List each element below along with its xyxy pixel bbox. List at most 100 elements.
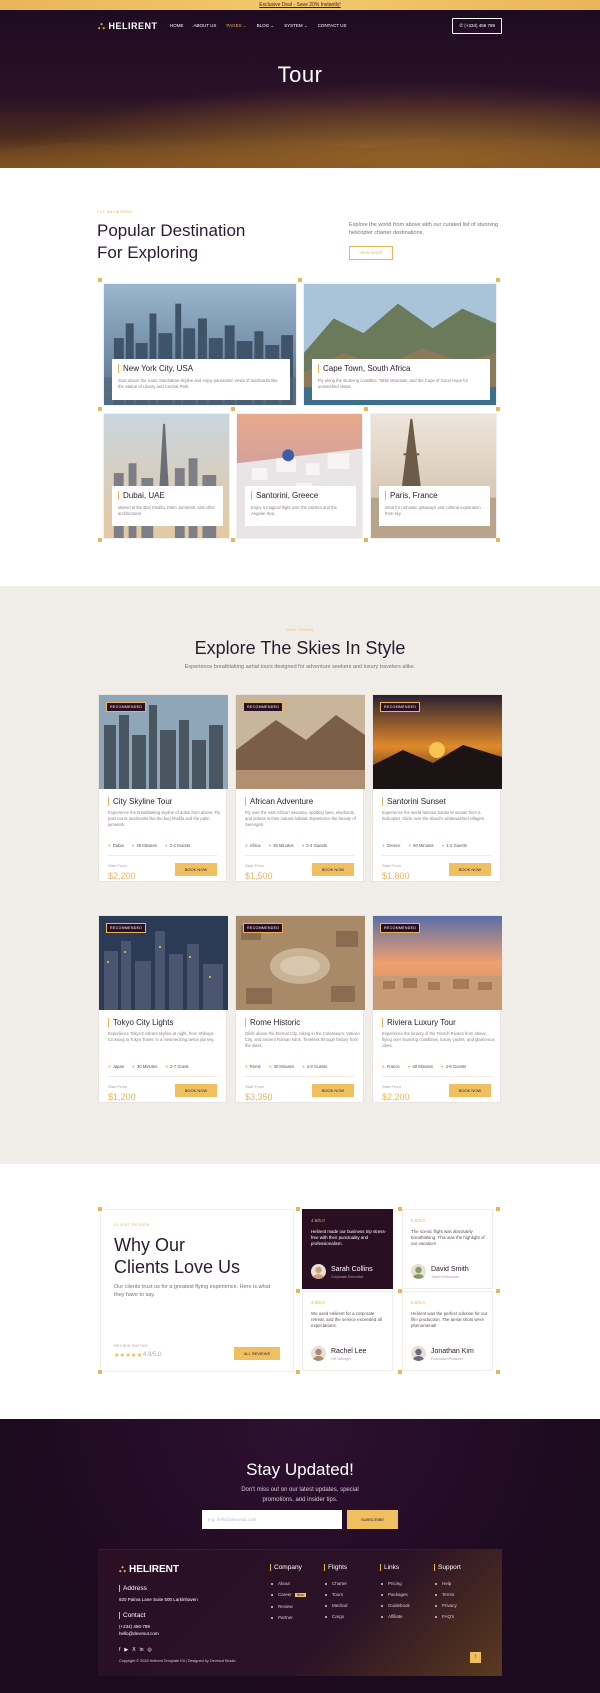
reviewer-name: David Smith bbox=[431, 1266, 469, 1273]
tour-price: $2,200 bbox=[382, 1092, 410, 1102]
helicopter-logo-icon: ⛬ bbox=[119, 1564, 126, 1575]
corner-dot bbox=[98, 538, 102, 542]
footer-column-support: Support Help Terms Privacy FAQ's bbox=[434, 1564, 461, 1622]
tour-description: Experience Tokyo's vibrant skyline at ni… bbox=[108, 1031, 215, 1042]
footer-logo[interactable]: ⛬ HELIRENT bbox=[119, 1564, 179, 1575]
destinations-eyebrow: FLY ANYWHERE bbox=[97, 210, 133, 214]
menu-home[interactable]: HOME bbox=[170, 23, 184, 29]
all-reviews-button[interactable]: ALL REVIEWS bbox=[234, 1347, 280, 1360]
footer-link[interactable]: Tours bbox=[325, 1589, 348, 1600]
subscribe-button[interactable]: SUBSCRIBE bbox=[347, 1510, 398, 1529]
tour-title[interactable]: City Skyline Tour bbox=[108, 797, 172, 806]
destination-text: Ideal for romantic getaways and cultural… bbox=[385, 505, 481, 516]
menu-pages[interactable]: PAGES ⌄ bbox=[226, 23, 246, 29]
footer-link[interactable]: Career New bbox=[271, 1589, 306, 1601]
menu-contact[interactable]: CONTACT US bbox=[318, 23, 347, 29]
footer-link[interactable]: FAQ's bbox=[435, 1611, 461, 1622]
destination-info: New York City, USA Soar above the iconic… bbox=[112, 359, 290, 400]
destination-title: Dubai, UAE bbox=[118, 491, 217, 500]
footer-link[interactable]: Cargo bbox=[325, 1611, 348, 1622]
youtube-icon[interactable]: ▶ bbox=[124, 1647, 128, 1653]
footer-link[interactable]: Privacy bbox=[435, 1600, 461, 1611]
tour-description: Experience the world-famous Santorini su… bbox=[382, 810, 485, 821]
tour-card[interactable]: RECOMMENDED Tokyo City Lights Experience T… bbox=[98, 915, 228, 1103]
destination-title: New York City, USA bbox=[118, 364, 284, 373]
clock-icon: ● bbox=[408, 843, 412, 848]
corner-dot bbox=[98, 407, 102, 411]
footer-phone[interactable]: (+234) 456-789 bbox=[119, 1623, 150, 1630]
promo-link[interactable]: Exclusive Deal - Save 20% Instantly! bbox=[259, 2, 340, 8]
footer-link[interactable]: Review bbox=[271, 1601, 306, 1612]
destination-card[interactable]: New York City, USA Soar above the iconic… bbox=[103, 283, 297, 406]
menu-blog[interactable]: BLOG ⌄ bbox=[257, 23, 275, 29]
destinations-title: Popular Destination For Exploring bbox=[97, 221, 246, 262]
clock-icon: ● bbox=[132, 1064, 135, 1069]
tour-title[interactable]: Tokyo City Lights bbox=[108, 1018, 173, 1027]
corner-dot bbox=[296, 1207, 300, 1211]
back-to-top-icon[interactable]: ↑ bbox=[470, 1652, 481, 1663]
tour-card[interactable]: RECOMMENDED Rome Historic Glide above the … bbox=[235, 915, 365, 1103]
destination-card[interactable]: Dubai, UAE Marvel at the Burj Khalifa, P… bbox=[103, 413, 230, 539]
destination-text: Fly along the stunning coastline, Table … bbox=[318, 378, 469, 389]
destination-card[interactable]: Santorini, Greece Enjoy a magical flight… bbox=[236, 413, 363, 539]
avatar bbox=[311, 1264, 326, 1279]
destination-info: Santorini, Greece Enjoy a magical flight… bbox=[245, 486, 356, 526]
location-pin-icon: ● bbox=[108, 843, 111, 848]
divider bbox=[382, 855, 491, 856]
footer-email[interactable]: hello@devesut.com bbox=[119, 1630, 159, 1637]
footer-link[interactable]: Medical bbox=[325, 1600, 348, 1611]
menu-system[interactable]: SYSTEM ⌄ bbox=[284, 23, 308, 29]
promo-bar[interactable]: Exclusive Deal - Save 20% Instantly! bbox=[0, 0, 600, 10]
book-now-button[interactable]: BOOK NOW bbox=[449, 863, 491, 876]
footer-link[interactable]: Guidebook bbox=[381, 1600, 410, 1611]
contact-heading: Contact bbox=[119, 1612, 145, 1619]
tour-card[interactable]: RECOMMENDED Riviera Luxury Tour Experience… bbox=[372, 915, 502, 1103]
footer-link[interactable]: Packages bbox=[381, 1589, 410, 1600]
tour-card[interactable]: RECOMMENDED Santorini Sunset Experience th… bbox=[372, 694, 502, 882]
view-more-button[interactable]: VIEW MORE bbox=[349, 246, 393, 260]
tour-title[interactable]: Riviera Luxury Tour bbox=[382, 1018, 456, 1027]
menu-about[interactable]: ABOUT US bbox=[194, 23, 217, 29]
logo[interactable]: ⛬ HELIRENT bbox=[98, 21, 170, 32]
review-text: The scenic flight was absolutely breatht… bbox=[411, 1229, 485, 1247]
tour-card[interactable]: RECOMMENDED City Skyline Tour Experience t… bbox=[98, 694, 228, 882]
footer-link[interactable]: Affiliate bbox=[381, 1611, 410, 1622]
book-now-button[interactable]: BOOK NOW bbox=[175, 1084, 217, 1097]
book-now-button[interactable]: BOOK NOW bbox=[449, 1084, 491, 1097]
tour-description: Experience the breathtaking skyline of d… bbox=[108, 810, 221, 827]
book-now-button[interactable]: BOOK NOW bbox=[312, 1084, 354, 1097]
destinations-description: Explore the world from above with our cu… bbox=[349, 222, 498, 236]
tour-place: Africa bbox=[249, 843, 261, 848]
clock-icon: ● bbox=[407, 1064, 411, 1069]
footer-link[interactable]: About bbox=[271, 1578, 306, 1589]
footer-column-heading: Support bbox=[434, 1564, 461, 1571]
x-icon[interactable]: X bbox=[132, 1647, 135, 1653]
destination-title: Paris, France bbox=[385, 491, 484, 500]
tour-title[interactable]: Santorini Sunset bbox=[382, 797, 446, 806]
book-now-button[interactable]: BOOK NOW bbox=[312, 863, 354, 876]
book-now-button[interactable]: BOOK NOW bbox=[175, 863, 217, 876]
footer-link[interactable]: Partner bbox=[271, 1612, 306, 1623]
start-from-label: Start From bbox=[108, 863, 127, 868]
tour-description: Fly over the vast African savanna, spott… bbox=[245, 810, 356, 827]
tour-title[interactable]: African Adventure bbox=[245, 797, 313, 806]
phone-button[interactable]: ✆ (+234) 456 789 bbox=[452, 18, 502, 34]
footer-column-company: Company About Career New Review Partner bbox=[270, 1564, 306, 1623]
destination-card[interactable]: Cape Town, South Africa Fly along the st… bbox=[303, 283, 497, 406]
dribbble-icon[interactable]: ◎ bbox=[148, 1647, 152, 1653]
footer-link[interactable]: Pricing bbox=[381, 1578, 410, 1589]
destination-card[interactable]: Paris, France Ideal for romantic getaway… bbox=[370, 413, 497, 539]
footer-link[interactable]: Charter bbox=[325, 1578, 348, 1589]
review-score: 4.8/5.0 bbox=[311, 1218, 325, 1223]
tour-meta: ● Rome ● 30 Minutes ● 2-8 Guests bbox=[245, 1064, 327, 1069]
footer-link[interactable]: Terms bbox=[435, 1589, 461, 1600]
tour-card[interactable]: RECOMMENDED African Adventure Fly over the… bbox=[235, 694, 365, 882]
facebook-icon[interactable]: f bbox=[119, 1647, 120, 1653]
navbar: ⛬ HELIRENT HOME ABOUT US PAGES ⌄ BLOG ⌄ S… bbox=[0, 10, 600, 42]
footer-link[interactable]: Help bbox=[435, 1578, 461, 1589]
location-pin-icon: ● bbox=[245, 1064, 248, 1069]
recommended-badge: RECOMMENDED bbox=[380, 702, 421, 712]
email-input[interactable]: e.g. hello@devesut.com bbox=[202, 1510, 342, 1529]
linkedin-icon[interactable]: in bbox=[140, 1647, 144, 1653]
tour-title[interactable]: Rome Historic bbox=[245, 1018, 300, 1027]
